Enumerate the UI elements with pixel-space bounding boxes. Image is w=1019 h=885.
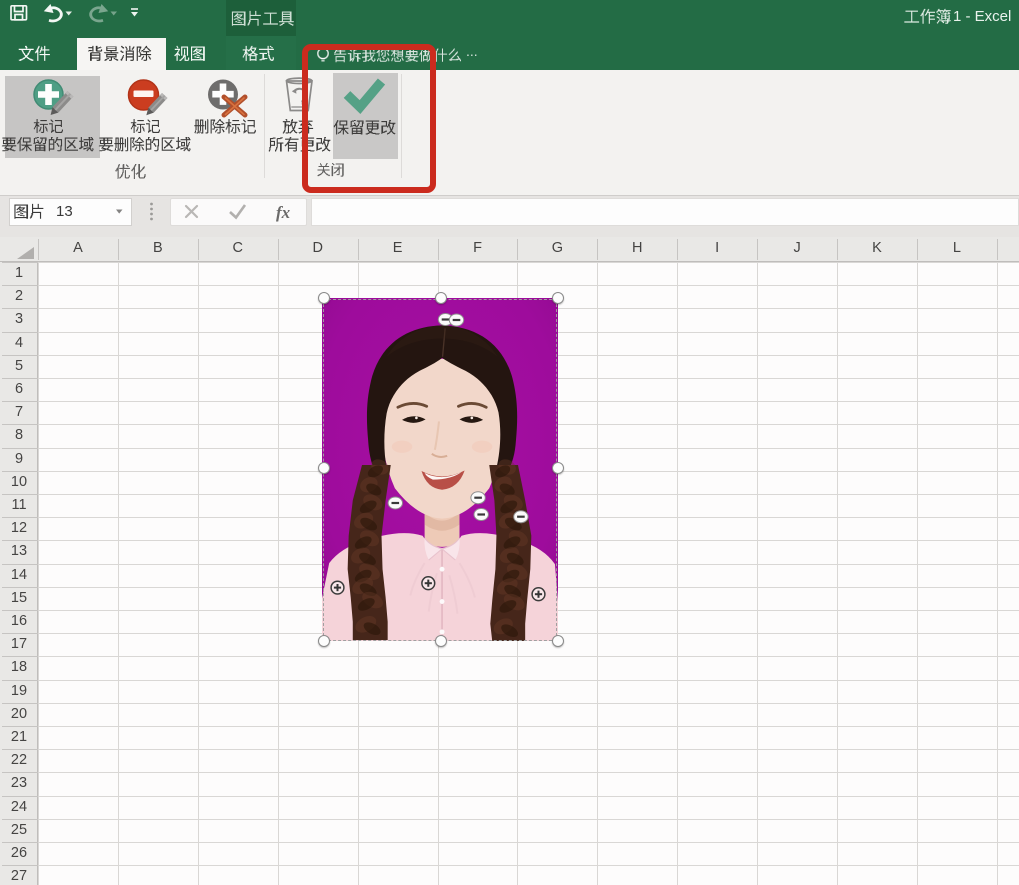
svg-text:fx: fx (276, 203, 291, 222)
